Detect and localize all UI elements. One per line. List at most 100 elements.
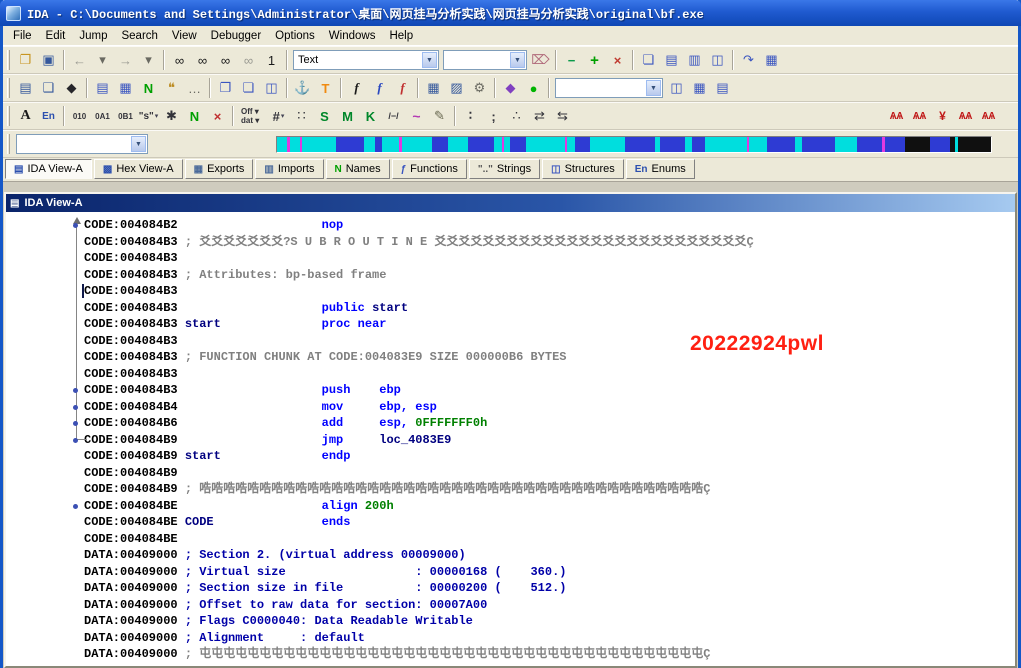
listing-line[interactable]: CODE:004084B6 add esp, 0FFFFFFF0h: [6, 415, 1015, 432]
listing-line[interactable]: CODE:004084B3: [6, 283, 1015, 300]
menu-item-edit[interactable]: Edit: [39, 28, 73, 44]
window-list-button[interactable]: ▦: [760, 49, 783, 71]
toolbar-grip[interactable]: [7, 106, 10, 126]
tab-enums[interactable]: EnEnums: [626, 159, 695, 179]
jump-route-button[interactable]: ↷: [737, 49, 760, 71]
colon-tool-button[interactable]: ∶: [459, 105, 482, 127]
tab-exports[interactable]: ▦Exports: [185, 159, 254, 179]
segment-registers-button[interactable]: ▦: [114, 77, 137, 99]
number-format-button[interactable]: #▾: [267, 105, 290, 127]
listing-line[interactable]: CODE:004084B9: [6, 465, 1015, 482]
mark-position-button[interactable]: ◆: [60, 77, 83, 99]
menu-item-jump[interactable]: Jump: [72, 28, 114, 44]
open-subview-3-button[interactable]: ◫: [260, 77, 283, 99]
erase-button[interactable]: ⌦: [529, 49, 552, 71]
listing-line[interactable]: CODE:004084BE align 200h: [6, 498, 1015, 515]
menu-item-windows[interactable]: Windows: [322, 28, 383, 44]
disassembly-listing[interactable]: 20222924pwl CODE:004084B2 nopCODE:004084…: [6, 212, 1015, 666]
listing-line[interactable]: CODE:004084B3 ; 爻爻爻爻爻爻爻?S U B R O U T I …: [6, 234, 1015, 251]
listing-line[interactable]: CODE:004084B3: [6, 366, 1015, 383]
disassembly-view-button[interactable]: ▤: [14, 77, 37, 99]
string-s-button[interactable]: S: [313, 105, 336, 127]
tab-names[interactable]: NNames: [326, 159, 390, 179]
menu-item-file[interactable]: File: [6, 28, 39, 44]
array-tool-3-button[interactable]: ¥: [931, 105, 954, 127]
title-bar[interactable]: IDA - C:\Documents and Settings\Administ…: [0, 0, 1021, 26]
combo-dropdown-icon[interactable]: ▼: [422, 52, 437, 68]
menu-item-options[interactable]: Options: [268, 28, 322, 44]
dropdown-arrow-icon[interactable]: ▾: [155, 112, 159, 120]
listing-line[interactable]: DATA:00409000 ; Flags C0000040: Data Rea…: [6, 613, 1015, 630]
semicolon-comment-button[interactable]: ;: [482, 105, 505, 127]
listing-line[interactable]: CODE:004084BE CODE ends: [6, 514, 1015, 531]
listing-line[interactable]: CODE:004084B3 push ebp: [6, 382, 1015, 399]
tab-ida-view-a[interactable]: ▤IDA View-A: [5, 159, 92, 179]
array-tool-4-button[interactable]: ѦѦ: [954, 105, 977, 127]
menu-item-debugger[interactable]: Debugger: [204, 28, 269, 44]
anchor-button[interactable]: ⚓: [291, 77, 314, 99]
asterisk-array-button[interactable]: ✱: [160, 105, 183, 127]
search-type-combo[interactable]: Text▼: [293, 50, 439, 70]
listing-line[interactable]: CODE:004084B3: [6, 333, 1015, 350]
save-button[interactable]: ▣: [37, 49, 60, 71]
listing-line[interactable]: CODE:004084BE: [6, 531, 1015, 548]
open-subview-1-button[interactable]: ❐: [214, 77, 237, 99]
data-word-button[interactable]: 0A1: [91, 105, 114, 127]
create-function-button[interactable]: f: [345, 77, 368, 99]
search-next-button[interactable]: ∞: [237, 49, 260, 71]
listing-line[interactable]: DATA:00409000 ; Section size in file : 0…: [6, 580, 1015, 597]
toolbar-grip[interactable]: [7, 134, 10, 154]
cascade-windows-button[interactable]: ❏: [637, 49, 660, 71]
string-m-button[interactable]: M: [336, 105, 359, 127]
collapse-button[interactable]: −: [560, 49, 583, 71]
data-binary-button[interactable]: 010: [68, 105, 91, 127]
back-history-dropdown[interactable]: ▾: [91, 49, 114, 71]
grid-view-button[interactable]: ▦: [688, 77, 711, 99]
slash-minus-button[interactable]: /−/: [382, 105, 405, 127]
navigation-band[interactable]: [276, 136, 992, 153]
edit-function-button[interactable]: f: [368, 77, 391, 99]
forward-history-dropdown[interactable]: ▾: [137, 49, 160, 71]
tilde-button[interactable]: ~: [405, 105, 428, 127]
menu-item-search[interactable]: Search: [114, 28, 164, 44]
listing-line[interactable]: CODE:004084B3 public start: [6, 300, 1015, 317]
menu-item-view[interactable]: View: [165, 28, 204, 44]
array-tool-5-button[interactable]: ѦѦ: [977, 105, 1000, 127]
calculator-gear-button[interactable]: ⚙: [468, 77, 491, 99]
tab-imports[interactable]: ▥Imports: [255, 159, 323, 179]
dialog-view-button[interactable]: ❑: [37, 77, 60, 99]
listing-line[interactable]: CODE:004084B4 mov ebp, esp: [6, 399, 1015, 416]
array-tool-2-button[interactable]: ѦѦ: [908, 105, 931, 127]
combo-dropdown-icon[interactable]: ▼: [646, 80, 661, 96]
listing-line[interactable]: CODE:004084B2 nop: [6, 217, 1015, 234]
listing-line[interactable]: CODE:004084B9 jmp loc_4083E9: [6, 432, 1015, 449]
signatures-window-button[interactable]: …: [183, 77, 206, 99]
search-value-combo[interactable]: ▼: [443, 50, 527, 70]
tab-strings[interactable]: ".."Strings: [469, 159, 540, 179]
names-window-button[interactable]: N: [137, 77, 160, 99]
listing-line[interactable]: DATA:00409000 ; Section 2. (virtual addr…: [6, 547, 1015, 564]
listing-line[interactable]: DATA:00409000 ; Offset to raw data for s…: [6, 597, 1015, 614]
toolbar-grip[interactable]: [7, 50, 10, 70]
listing-line[interactable]: CODE:004084B3: [6, 250, 1015, 267]
breakpoint-tool-button[interactable]: ◆: [499, 77, 522, 99]
strings-window-button[interactable]: ❝: [160, 77, 183, 99]
dropdown-arrow-icon[interactable]: ▾: [281, 112, 285, 120]
tile-vertical-button[interactable]: ▥: [683, 49, 706, 71]
search-again-button[interactable]: ∞: [191, 49, 214, 71]
open-file-button[interactable]: ❐: [14, 49, 37, 71]
edit-comment-button[interactable]: ✎: [428, 105, 451, 127]
enums-tool-button[interactable]: En: [37, 105, 60, 127]
string-style-button[interactable]: "s"▾: [137, 105, 160, 127]
expand-button[interactable]: +: [583, 49, 606, 71]
array-tool-1-button[interactable]: ѦѦ: [885, 105, 908, 127]
workspace-combo[interactable]: ▼: [555, 78, 663, 98]
swap-arrows-button[interactable]: ⇄: [528, 105, 551, 127]
colon-pair-button[interactable]: ∷: [290, 105, 313, 127]
listing-line[interactable]: CODE:004084B3 ; FUNCTION CHUNK AT CODE:0…: [6, 349, 1015, 366]
tile-horizontal-button[interactable]: ▤: [660, 49, 683, 71]
listing-line[interactable]: DATA:00409000 ; 屯屯屯屯屯屯屯屯屯屯屯屯屯屯屯屯屯屯屯屯屯屯屯屯…: [6, 646, 1015, 663]
run-button[interactable]: ●: [522, 77, 545, 99]
flowchart-button[interactable]: ▦: [422, 77, 445, 99]
exchange-arrows-button[interactable]: ⇆: [551, 105, 574, 127]
